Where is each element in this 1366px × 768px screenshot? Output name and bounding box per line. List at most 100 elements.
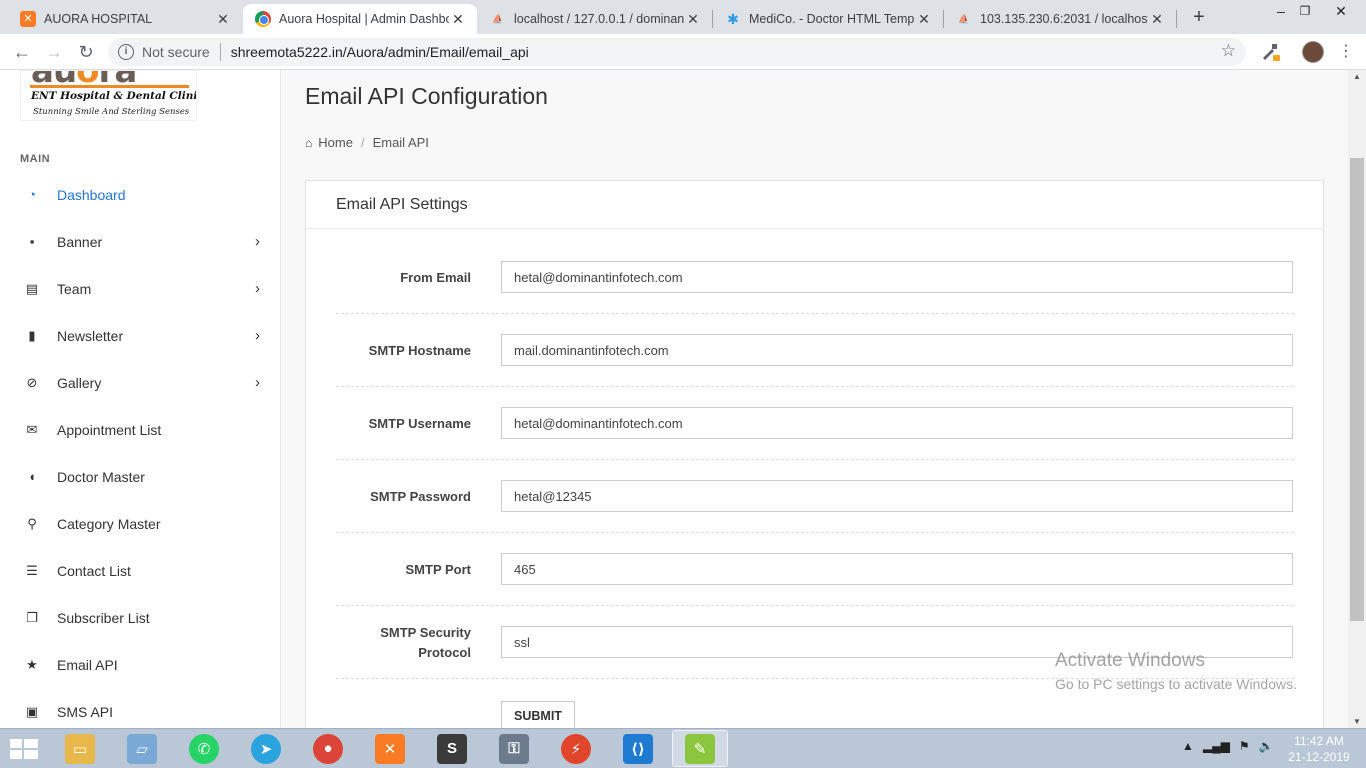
phpmyadmin-icon: ⛵ [958, 14, 970, 24]
browser-tab-strip: ✕ AUORA HOSPITAL ✕ Auora Hospital | Admi… [0, 0, 1366, 34]
scroll-up-arrow-icon[interactable]: ▲ [1348, 72, 1366, 81]
smtp-username-input[interactable] [501, 407, 1293, 439]
sidebar-item-sms-api[interactable]: ▣ SMS API [0, 688, 280, 728]
reload-button[interactable]: ↻ [74, 40, 98, 64]
browser-toolbar: ← → ↻ i Not secure shreemota5222.in/Auor… [0, 34, 1366, 70]
taskbar-vscode-button[interactable]: ⟨⟩ [610, 730, 666, 767]
windows-start-icon[interactable] [8, 737, 40, 761]
chrome-icon [255, 11, 271, 27]
new-tab-button[interactable]: + [1186, 6, 1212, 30]
breadcrumb-separator: / [360, 135, 365, 150]
address-bar[interactable]: i Not secure shreemota5222.in/Auora/admi… [108, 38, 1246, 66]
sidebar-item-banner[interactable]: ▪ Banner › [0, 218, 280, 265]
taskbar-chrome-button[interactable]: ● [300, 730, 356, 767]
close-icon[interactable]: ✕ [449, 11, 467, 28]
sidebar-item-appointment-list[interactable]: ✉ Appointment List [0, 406, 280, 453]
main-content: Email API Configuration ⌂ Home / Email A… [281, 70, 1348, 728]
sidebar-item-team[interactable]: ▤ Team › [0, 265, 280, 312]
clock-date: 21-12-2019 [1288, 750, 1350, 764]
tab-title: AUORA HOSPITAL [44, 12, 153, 26]
smtp-password-input[interactable] [501, 480, 1293, 512]
sidebar-item-label: Banner [57, 233, 103, 250]
omnibox-divider [219, 43, 221, 61]
sidebar-item-label: Subscriber List [57, 609, 150, 626]
breadcrumb-current: Email API [372, 135, 429, 150]
url-text[interactable]: shreemota5222.in/Auora/admin/Email/email… [231, 44, 529, 60]
file-explorer-icon: ▭ [65, 733, 95, 764]
menu-kebab-icon[interactable]: ⋮ [1336, 42, 1356, 62]
activate-windows-watermark: Activate Windows Go to PC settings to ac… [1055, 650, 1297, 692]
taskbar-clock[interactable]: 11:42 AM 21-12-2019 [1286, 733, 1352, 765]
field-label-smtp-security-protocol: SMTP Security Protocol [380, 624, 471, 660]
chevron-right-icon: › [255, 327, 260, 344]
browser-tab-3[interactable]: ⛵ localhost / 127.0.0.1 / dominan2 ✕ [478, 4, 712, 34]
taskbar-filezilla-button[interactable]: ⚡ [548, 730, 604, 767]
close-window-button[interactable]: ✕ [1318, 0, 1364, 26]
sidebar-item-label: Team [57, 280, 92, 297]
taskbar-network-tool-button[interactable]: ⚿ [486, 730, 542, 767]
sidebar-item-subscriber-list[interactable]: ❐ Subscriber List [0, 594, 280, 641]
signal-icon[interactable]: ▂▄▆ [1203, 739, 1230, 753]
thumbs-up-icon: ◖ [28, 469, 36, 484]
flag-icon[interactable]: ⚑ [1239, 739, 1250, 753]
taskbar-sublime-text-button[interactable]: S [424, 730, 480, 767]
bookmark-star-icon[interactable]: ☆ [1221, 41, 1236, 61]
page-scrollbar[interactable]: ▲ ▼ [1348, 70, 1366, 728]
volume-icon[interactable]: 🔈 [1259, 739, 1274, 753]
field-label-smtp-hostname: SMTP Hostname [368, 342, 471, 358]
notepad-plus-plus-icon: ✎ [685, 733, 715, 764]
back-button[interactable]: ← [10, 40, 34, 64]
form-row-smtp-username: SMTP Username [336, 387, 1294, 460]
field-label-smtp-username: SMTP Username [368, 415, 471, 431]
taskbar-telegram-button[interactable]: ➤ [238, 730, 294, 767]
chevron-right-icon: › [255, 374, 260, 391]
scrollbar-thumb[interactable] [1350, 158, 1364, 621]
sidebar-item-gallery[interactable]: ⊘ Gallery › [0, 359, 280, 406]
sidebar-item-newsletter[interactable]: ▮ Newsletter › [0, 312, 280, 359]
tab-title: localhost / 127.0.0.1 / dominan2 [514, 12, 684, 26]
taskbar-notepad-button[interactable]: ▱ [114, 730, 170, 767]
smtp-hostname-input[interactable] [501, 334, 1293, 366]
info-icon[interactable]: i [118, 44, 134, 60]
close-icon[interactable]: ✕ [915, 11, 933, 28]
sidebar-item-email-api[interactable]: ★ Email API [0, 641, 280, 688]
close-icon[interactable]: ✕ [214, 11, 232, 28]
extension-icon[interactable] [1260, 42, 1280, 62]
scroll-down-arrow-icon[interactable]: ▼ [1348, 717, 1366, 726]
sidebar-item-label: Email API [57, 656, 118, 673]
close-icon[interactable]: ✕ [1148, 11, 1166, 28]
smtp-port-input[interactable] [501, 553, 1293, 585]
sidebar-item-contact-list[interactable]: ☰ Contact List [0, 547, 280, 594]
sidebar-item-label: Appointment List [57, 421, 162, 438]
phpmyadmin-icon: ⛵ [492, 14, 504, 24]
telegram-icon: ➤ [251, 733, 281, 764]
forward-button[interactable]: → [42, 40, 66, 64]
sidebar-item-doctor-master[interactable]: ◖ Doctor Master [0, 453, 280, 500]
whatsapp-icon: ✆ [189, 733, 219, 764]
watermark-line-2: Go to PC settings to activate Windows. [1055, 676, 1297, 692]
breadcrumb-home-link[interactable]: Home [318, 135, 353, 150]
browser-tab-4[interactable]: ✱ MediCo. - Doctor HTML Templa ✕ [713, 4, 943, 34]
xampp-icon: ✕ [375, 733, 405, 764]
browser-tab-2[interactable]: Auora Hospital | Admin Dashbo ✕ [243, 4, 477, 34]
browser-tab-5[interactable]: ⛵ 103.135.230.6:2031 / localhost / ✕ [944, 4, 1176, 34]
browser-tab-1[interactable]: ✕ AUORA HOSPITAL ✕ [8, 4, 242, 34]
profile-avatar[interactable] [1302, 41, 1324, 63]
taskbar-whatsapp-button[interactable]: ✆ [176, 730, 232, 767]
tray-expand-icon[interactable]: ▲ [1182, 739, 1194, 753]
system-tray: ▲ ▂▄▆ ⚑ 🔈 [1182, 739, 1274, 753]
sidebar-item-category-master[interactable]: ⚲ Category Master [0, 500, 280, 547]
from-email-input[interactable] [501, 261, 1293, 293]
logo-subtitle: ENT Hospital & Dental Clinic [31, 90, 197, 102]
close-icon[interactable]: ✕ [684, 11, 702, 28]
sidebar-item-label: Newsletter [57, 327, 124, 344]
submit-button[interactable]: SUBMIT [501, 701, 575, 728]
taskbar-xampp-button[interactable]: ✕ [362, 730, 418, 767]
hospital-logo[interactable]: auora ENT Hospital & Dental Clinic Stunn… [20, 70, 197, 121]
sidebar-item-label: Gallery [57, 374, 102, 391]
taskbar-file-explorer-button[interactable]: ▭ [52, 730, 108, 767]
taskbar-notepad-plus-plus-button[interactable]: ✎ [672, 730, 728, 767]
home-icon: ⌂ [305, 135, 313, 150]
star-icon: ★ [26, 656, 38, 672]
sidebar-item-dashboard[interactable]: ◔ Dashboard [0, 171, 280, 218]
